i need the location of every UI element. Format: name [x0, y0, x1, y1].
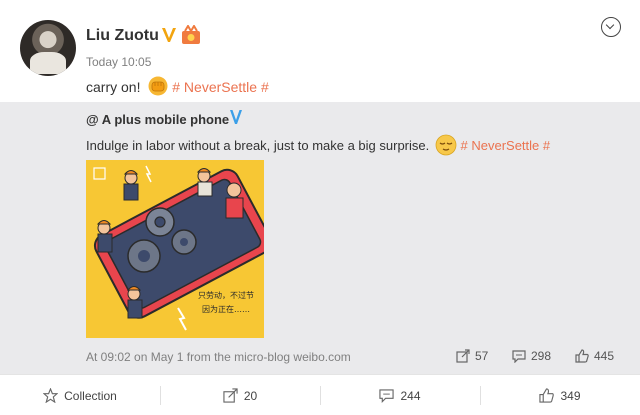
more-options-chevron-icon[interactable] [601, 17, 621, 37]
weibo-post-card: Liu Zuotu Today 10:05 carry on! # NeverS… [0, 0, 640, 415]
repost-count: 20 [243, 388, 258, 403]
like-button[interactable]: 349 [480, 375, 640, 415]
repost-body: Indulge in labor without a break, just t… [86, 138, 430, 153]
workers-phone-illustration: 只劳动，不过节 因为正在…… [86, 160, 264, 338]
action-bar: Collection 20 244 349 [0, 374, 640, 415]
medal-icon[interactable] [180, 25, 202, 45]
comment-count: 244 [400, 388, 421, 403]
thumbs-up-icon [539, 388, 555, 403]
fist-emoji-icon [148, 76, 168, 96]
repost-comments-button[interactable]: 298 [512, 348, 551, 364]
post-body: carry on! [86, 79, 141, 95]
hashtag-link[interactable]: # NeverSettle # [172, 79, 269, 95]
collection-label: Collection [64, 388, 117, 403]
repost-meta[interactable]: At 09:02 on May 1 from the micro-blog we… [86, 350, 351, 364]
repost-button[interactable]: 20 [160, 375, 320, 415]
verified-blue-v-icon [230, 110, 242, 124]
repost-icon [456, 349, 470, 363]
repost-image[interactable]: 只劳动，不过节 因为正在…… [86, 160, 264, 338]
post-text: carry on! # NeverSettle # [86, 76, 269, 96]
illustration-caption-line2: 因为正在…… [202, 304, 250, 314]
repost-hashtag-link[interactable]: # NeverSettle # [461, 138, 551, 153]
author-name[interactable]: Liu Zuotu [86, 27, 159, 45]
comment-icon [379, 389, 395, 403]
repost-likes-count: 445 [594, 349, 615, 363]
post-time[interactable]: Today 10:05 [86, 55, 151, 69]
repost-reposts-button[interactable]: 57 [456, 348, 488, 364]
sleepy-face-emoji-icon [435, 134, 457, 156]
illustration-caption-line1: 只劳动，不过节 [198, 290, 254, 300]
author-avatar[interactable] [20, 20, 76, 76]
repost-author[interactable]: @ A plus mobile phone [86, 112, 229, 127]
repost-icon [223, 388, 238, 403]
verified-v-icon [162, 28, 176, 42]
thumbs-up-icon [575, 349, 589, 363]
comment-icon [512, 350, 526, 363]
like-count: 349 [560, 388, 581, 403]
repost-text: Indulge in labor without a break, just t… [86, 134, 550, 156]
repost-reposts-count: 57 [475, 349, 489, 363]
repost-likes-button[interactable]: 445 [575, 348, 614, 364]
star-icon [43, 388, 59, 403]
comment-button[interactable]: 244 [320, 375, 480, 415]
reposted-content: @ A plus mobile phone Indulge in labor w… [0, 102, 640, 374]
collection-button[interactable]: Collection [0, 375, 160, 415]
repost-comments-count: 298 [531, 349, 552, 363]
